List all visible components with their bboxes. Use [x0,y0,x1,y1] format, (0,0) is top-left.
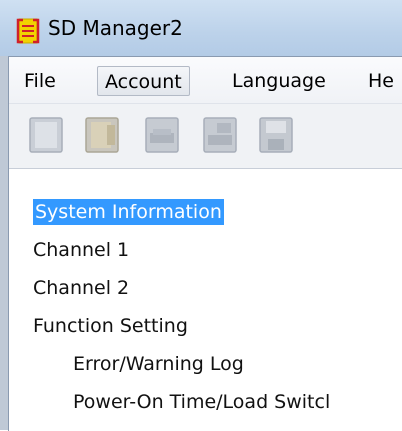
tree-item-label: Power-On Time/Load Switcl [73,391,331,413]
tree-item-label: Error/Warning Log [73,353,244,375]
device-icon[interactable] [143,115,181,155]
menu-file[interactable]: File [17,66,63,96]
app-window: SD Manager2 File Account Language He Sys… [0,0,402,431]
main-frame: File Account Language He System Informat… [8,56,402,431]
tree-item-error-warning-log[interactable]: Error/Warning Log [73,347,244,381]
navigation-tree: System Information Channel 1 Channel 2 F… [9,187,402,431]
device-transfer-icon[interactable] [201,115,239,155]
tree-item-label: Function Setting [33,315,188,337]
tree-item-label: Channel 2 [33,277,130,299]
tree-item-channel-1[interactable]: Channel 1 [33,233,129,267]
menu-help[interactable]: He [361,66,401,96]
open-icon[interactable] [83,115,121,155]
tree-item-power-on-time-load-switch[interactable]: Power-On Time/Load Switcl [73,385,330,419]
save-icon[interactable] [257,115,295,155]
toolbar [9,104,402,169]
tree-item-label: Channel 1 [33,239,130,261]
sd-manager-app-icon [16,18,40,44]
tree-item-channel-2[interactable]: Channel 2 [33,271,129,305]
title-bar[interactable]: SD Manager2 [0,0,402,56]
menu-language[interactable]: Language [225,66,333,96]
tree-item-label: System Information [33,199,224,225]
new-icon[interactable] [27,115,65,155]
menu-bar: File Account Language He [9,57,402,104]
window-title: SD Manager2 [48,16,183,40]
tree-item-system-information[interactable]: System Information [33,195,224,229]
menu-account[interactable]: Account [97,66,190,96]
tree-item-function-setting[interactable]: Function Setting [33,309,188,343]
